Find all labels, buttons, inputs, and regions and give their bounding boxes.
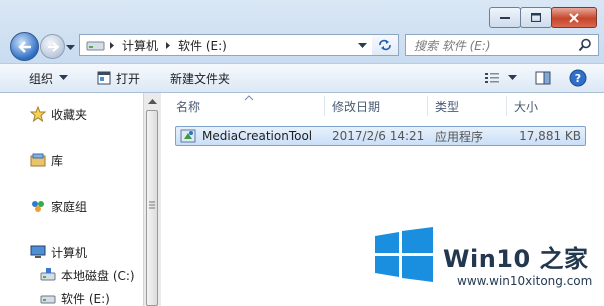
drive-icon: [40, 268, 56, 281]
arrow-left-icon: [17, 40, 31, 53]
chevron-right-icon: [110, 41, 114, 49]
navigation-scrollbar[interactable]: [143, 93, 161, 306]
close-button[interactable]: [551, 7, 597, 28]
nav-item-label: 软件 (E:): [61, 291, 110, 306]
maximize-button[interactable]: [520, 7, 552, 28]
window-controls: [489, 7, 597, 28]
scroll-up-icon[interactable]: [144, 95, 161, 109]
grip-icon: [149, 201, 155, 209]
library-icon: [30, 153, 46, 167]
watermark: Win10 之家 www.win10xitong.com: [373, 215, 604, 306]
breadcrumb-computer[interactable]: 计算机: [122, 37, 158, 54]
search-input[interactable]: 搜索 软件 (E:): [406, 37, 578, 54]
homegroup-icon: [32, 201, 44, 212]
chevron-down-icon: [358, 43, 367, 48]
scrollbar-thumb[interactable]: [146, 110, 158, 306]
svg-text:?: ?: [575, 72, 581, 85]
breadcrumb-separator[interactable]: [164, 41, 172, 50]
column-header-type[interactable]: 类型: [435, 93, 459, 119]
organize-label: 组织: [29, 71, 54, 86]
file-size: 17,881 KB: [519, 129, 581, 143]
refresh-button[interactable]: [372, 34, 399, 56]
address-history-button[interactable]: [358, 38, 367, 52]
watermark-url: www.win10xitong.com: [457, 274, 593, 288]
nav-item-libraries[interactable]: 库: [30, 150, 63, 170]
file-date: 2017/2/6 14:21: [332, 129, 425, 143]
explorer-window: 计算机 软件 (E:) 搜索 软件 (E:) 组织 打开 新建文件夹 ? 收藏夹…: [0, 0, 604, 306]
address-bar[interactable]: 计算机 软件 (E:): [79, 34, 374, 56]
file-type: 应用程序: [435, 129, 484, 144]
change-view-button[interactable]: [484, 64, 517, 92]
column-header-name[interactable]: 名称: [176, 93, 200, 119]
help-icon: ?: [569, 69, 587, 87]
nav-item-label: 家庭组: [51, 199, 88, 214]
column-divider[interactable]: [324, 96, 325, 116]
nav-item-favorites[interactable]: 收藏夹: [30, 104, 87, 124]
refresh-icon: [379, 39, 391, 51]
new-folder-label: 新建文件夹: [170, 71, 231, 86]
nav-item-computer[interactable]: 计算机: [30, 242, 87, 262]
computer-icon: [30, 245, 46, 258]
app-icon: [180, 129, 196, 143]
preview-pane-icon: [535, 71, 551, 85]
recent-pages-button[interactable]: [66, 40, 75, 54]
windows-logo-icon: [375, 227, 433, 282]
arrow-right-icon: [47, 41, 59, 52]
open-label: 打开: [116, 71, 141, 86]
nav-item-homegroup[interactable]: 家庭组: [30, 196, 87, 216]
open-button[interactable]: 打开: [97, 64, 140, 92]
close-icon: [569, 12, 579, 23]
organize-button[interactable]: 组织: [29, 64, 69, 92]
command-bar: 组织 打开 新建文件夹 ?: [0, 63, 604, 93]
sort-ascending-icon: [244, 95, 254, 101]
view-list-icon: [485, 73, 499, 83]
breadcrumb-drive-e[interactable]: 软件 (E:): [178, 37, 227, 54]
chevron-down-icon: [66, 45, 75, 50]
chevron-down-icon: [59, 75, 69, 80]
watermark-title: Win10 之家: [443, 245, 589, 273]
nav-item-drive-c[interactable]: 本地磁盘 (C:): [40, 265, 135, 285]
forward-button[interactable]: [40, 34, 65, 59]
nav-item-label: 计算机: [51, 245, 88, 260]
minimize-icon: [500, 16, 510, 19]
nav-item-label: 收藏夹: [51, 107, 88, 122]
maximize-icon: [531, 13, 541, 22]
nav-item-drive-e[interactable]: 软件 (E:): [40, 288, 110, 306]
search-icon[interactable]: [578, 38, 592, 52]
drive-icon: [40, 295, 56, 304]
nav-item-label: 库: [51, 153, 64, 168]
drive-icon: [86, 41, 105, 51]
help-button[interactable]: ?: [569, 64, 587, 92]
minimize-button[interactable]: [489, 7, 521, 28]
preview-pane-button[interactable]: [535, 64, 551, 92]
chevron-right-icon: [166, 41, 171, 49]
search-box[interactable]: 搜索 软件 (E:): [405, 34, 599, 56]
navigation-pane: 收藏夹 库 家庭组 计算机 本地磁盘 (C:) 软件 (E:): [0, 93, 143, 306]
new-folder-button[interactable]: 新建文件夹: [170, 64, 230, 92]
table-row[interactable]: MediaCreationTool 2017/2/6 14:21 应用程序 17…: [175, 126, 586, 146]
nav-item-label: 本地磁盘 (C:): [61, 268, 135, 283]
column-divider[interactable]: [506, 96, 507, 116]
file-name-cell: MediaCreationTool: [180, 127, 312, 145]
back-button[interactable]: [10, 32, 39, 61]
column-header-size[interactable]: 大小: [514, 93, 538, 119]
open-icon: [97, 71, 111, 85]
column-divider[interactable]: [427, 96, 428, 116]
file-name: MediaCreationTool: [202, 129, 313, 143]
star-icon: [30, 106, 46, 122]
chevron-down-icon: [508, 75, 517, 80]
column-header-date[interactable]: 修改日期: [332, 93, 380, 119]
breadcrumb-separator[interactable]: [108, 41, 116, 50]
